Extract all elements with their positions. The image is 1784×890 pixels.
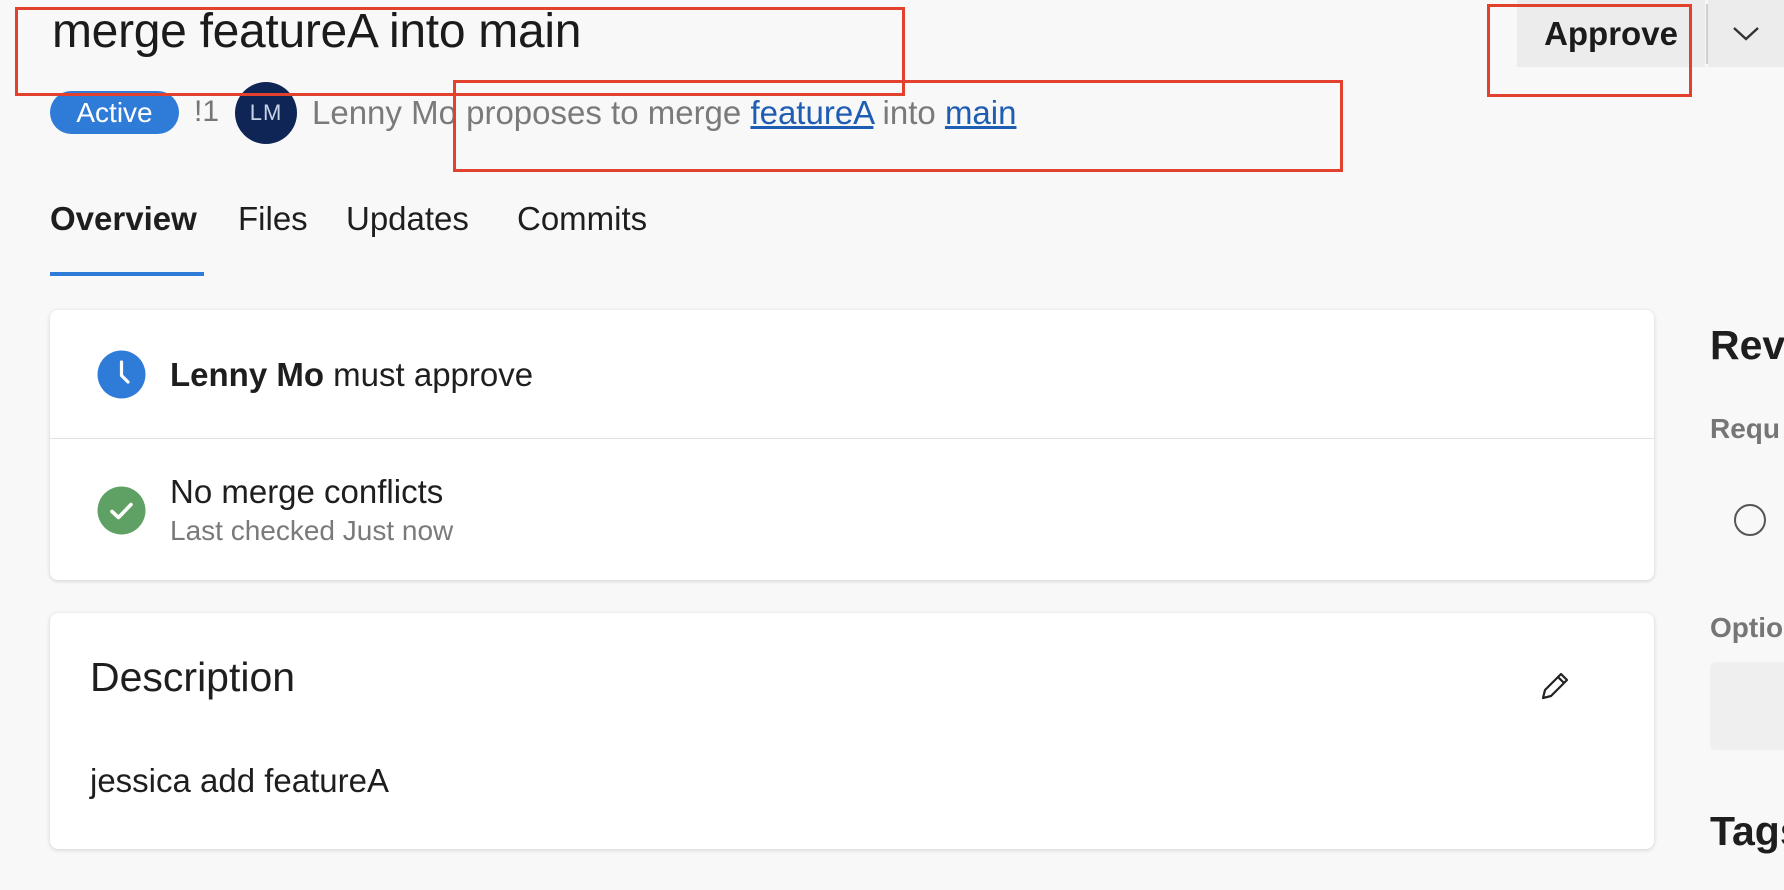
merge-conflict-status: No merge conflicts — [170, 473, 444, 510]
tags-heading: Tags — [1710, 808, 1784, 854]
approve-options-button[interactable] — [1708, 0, 1784, 67]
description-body: jessica add featureA — [90, 762, 390, 799]
target-branch-link[interactable]: main — [945, 94, 1017, 131]
pencil-icon[interactable] — [1536, 667, 1574, 705]
tab-overview[interactable]: Overview — [50, 200, 197, 238]
tab-files[interactable]: Files — [238, 200, 308, 238]
reviewers-heading: Revi — [1710, 322, 1784, 368]
author-name: Lenny Mo — [312, 94, 457, 131]
pr-subtitle: Lenny Mo proposes to merge featureA into… — [312, 94, 1016, 132]
approval-requirement: Lenny Mo must approve — [170, 356, 533, 394]
description-card — [50, 613, 1654, 849]
approve-button[interactable]: Approve — [1517, 0, 1705, 67]
check-circle-icon — [97, 486, 146, 535]
page-title: merge featureA into main — [52, 5, 582, 58]
tab-updates[interactable]: Updates — [346, 200, 469, 238]
optional-reviewers-label: Optio — [1710, 612, 1784, 643]
optional-reviewers-box[interactable] — [1710, 662, 1784, 750]
into-text: into — [882, 94, 936, 131]
tab-commits[interactable]: Commits — [517, 200, 647, 238]
merge-conflict-checked-time: Last checked Just now — [170, 515, 454, 546]
approval-requirement-text: must approve — [333, 356, 534, 393]
required-reviewer-name: Lenny Mo — [170, 356, 324, 393]
clock-icon — [97, 350, 146, 399]
avatar[interactable]: LM — [235, 82, 297, 144]
proposes-text: proposes to merge — [466, 94, 742, 131]
source-branch-link[interactable]: featureA — [750, 94, 873, 131]
reviewer-vote-indicator[interactable] — [1734, 504, 1766, 536]
chevron-down-icon — [1733, 26, 1759, 41]
description-heading: Description — [90, 654, 296, 700]
status-badge: Active — [50, 91, 179, 134]
required-reviewers-label: Requ — [1710, 413, 1780, 444]
pull-request-id: !1 — [194, 95, 220, 128]
active-tab-indicator — [50, 272, 204, 276]
status-divider — [50, 438, 1654, 439]
